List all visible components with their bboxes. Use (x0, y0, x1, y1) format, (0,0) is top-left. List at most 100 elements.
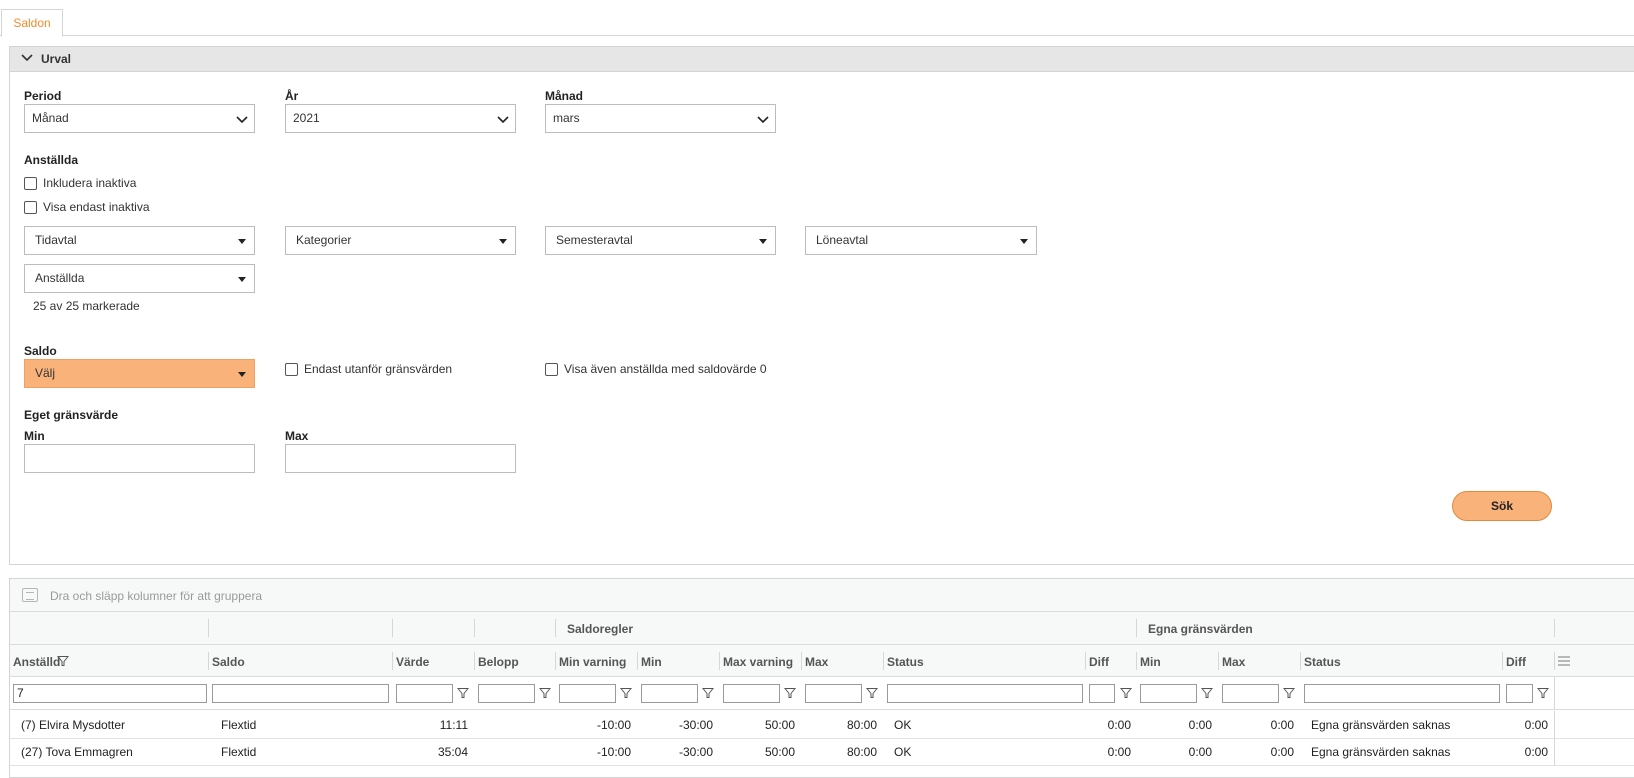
filter-icon[interactable] (1120, 687, 1132, 699)
group-header-row: Saldoregler Egna gränsvärden (10, 612, 1634, 645)
filter-saldo-input[interactable] (212, 684, 389, 703)
group-header-saldoregler: Saldoregler (567, 622, 634, 636)
table-row[interactable]: (27) Tova Emmagren Flextid 35:04 -10:00 … (10, 738, 1634, 766)
column-divider (1554, 619, 1555, 637)
column-divider (1554, 652, 1555, 670)
sok-button[interactable]: Sök (1452, 491, 1552, 521)
col-egna-min[interactable]: Min (1140, 655, 1161, 669)
markerade-count: 25 av 25 markerade (33, 299, 140, 313)
filter-egna-min-input[interactable] (1140, 684, 1197, 703)
filter-icon[interactable] (1201, 687, 1213, 699)
filter-anstalld-input[interactable]: 7 (13, 684, 207, 703)
column-divider (1502, 652, 1503, 670)
cell-max: 80:00 (846, 745, 877, 759)
visa-endast-inaktiva-checkbox[interactable] (24, 201, 37, 214)
filter-min-varning-input[interactable] (559, 684, 616, 703)
semesteravtal-dropdown[interactable]: Semesteravtal (545, 226, 776, 255)
filter-varde-input[interactable] (396, 684, 453, 703)
urval-title: Urval (41, 52, 72, 66)
cell-egna-diff: 0:00 (1524, 745, 1548, 759)
tidavtal-text: Tidavtal (35, 233, 77, 247)
tidavtal-dropdown[interactable]: Tidavtal (24, 226, 255, 255)
cell-status: OK (894, 718, 912, 732)
col-max-varning[interactable]: Max varning (723, 655, 793, 669)
cell-egna-max: 0:00 (1270, 718, 1294, 732)
group-panel[interactable]: Dra och släpp kolumner för att gruppera (10, 579, 1634, 612)
col-diff[interactable]: Diff (1089, 655, 1109, 669)
filter-icon[interactable] (539, 687, 551, 699)
filter-icon[interactable] (702, 687, 714, 699)
column-divider (392, 652, 393, 670)
col-saldo[interactable]: Saldo (212, 655, 245, 669)
endast-utanfor-checkbox[interactable] (285, 363, 298, 376)
chevron-down-icon (757, 116, 769, 124)
cell-min-varning: -10:00 (596, 718, 631, 732)
filter-diff-input[interactable] (1089, 684, 1115, 703)
cell-max: 80:00 (846, 718, 877, 732)
col-min[interactable]: Min (641, 655, 662, 669)
tab-bar: Saldon (0, 0, 1634, 37)
period-select[interactable]: Månad (24, 104, 255, 133)
visa-aven-checkbox[interactable] (545, 363, 558, 376)
ar-select[interactable]: 2021 (285, 104, 516, 133)
inkludera-inaktiva-checkbox[interactable] (24, 177, 37, 190)
group-panel-icon (22, 588, 38, 602)
cell-diff: 0:00 (1107, 745, 1131, 759)
kategorier-dropdown[interactable]: Kategorier (285, 226, 516, 255)
col-status[interactable]: Status (887, 655, 924, 669)
cell-min: -30:00 (678, 718, 713, 732)
filter-icon[interactable] (457, 687, 469, 699)
cell-anstalld: (27) Tova Emmagren (21, 745, 133, 759)
col-varde[interactable]: Värde (396, 655, 429, 669)
filter-icon[interactable] (1537, 687, 1549, 699)
filter-egna-diff-input[interactable] (1506, 684, 1533, 703)
filter-egna-max-input[interactable] (1222, 684, 1279, 703)
column-divider (1085, 652, 1086, 670)
filter-icon[interactable] (57, 655, 69, 667)
urval-header[interactable]: Urval (10, 47, 1634, 72)
anstallda-text: Anställda (35, 271, 85, 285)
cell-saldo: Flextid (221, 718, 257, 732)
column-divider (801, 652, 802, 670)
col-egna-status[interactable]: Status (1304, 655, 1341, 669)
filter-icon[interactable] (784, 687, 796, 699)
manad-select[interactable]: mars (545, 104, 776, 133)
filter-icon[interactable] (1283, 687, 1295, 699)
tab-saldon[interactable]: Saldon (1, 9, 63, 37)
anstallda-label: Anställda (24, 153, 79, 167)
chevron-down-icon (21, 54, 33, 62)
column-divider (392, 619, 393, 637)
column-divider (883, 652, 884, 670)
chevron-down-icon (236, 116, 248, 124)
col-egna-diff[interactable]: Diff (1506, 655, 1526, 669)
column-divider (474, 652, 475, 670)
col-egna-max[interactable]: Max (1222, 655, 1245, 669)
filter-max-varning-input[interactable] (723, 684, 780, 703)
loneavtal-dropdown[interactable]: Löneavtal (805, 226, 1037, 255)
col-min-varning[interactable]: Min varning (559, 655, 626, 669)
max-label: Max (285, 429, 309, 443)
column-menu-icon[interactable] (1558, 656, 1570, 666)
anstallda-dropdown[interactable]: Anställda (24, 264, 255, 293)
filter-min-input[interactable] (641, 684, 698, 703)
period-value: Månad (32, 111, 69, 125)
filter-max-input[interactable] (805, 684, 862, 703)
endast-utanfor-label: Endast utanför gränsvärden (304, 362, 453, 376)
filter-status-input[interactable] (887, 684, 1083, 703)
column-divider (1554, 677, 1555, 710)
filter-icon[interactable] (866, 687, 878, 699)
saldo-dropdown[interactable]: Välj (24, 359, 255, 388)
caret-down-icon (1020, 239, 1028, 244)
filter-icon[interactable] (620, 687, 632, 699)
min-input[interactable] (24, 444, 255, 473)
filter-belopp-input[interactable] (478, 684, 535, 703)
col-anstalld[interactable]: Anställd (13, 655, 60, 669)
col-belopp[interactable]: Belopp (478, 655, 519, 669)
col-max[interactable]: Max (805, 655, 828, 669)
table-row[interactable]: (7) Elvira Mysdotter Flextid 11:11 -10:0… (10, 711, 1634, 739)
column-divider (637, 652, 638, 670)
group-hint: Dra och släpp kolumner för att gruppera (50, 589, 263, 603)
filter-egna-status-input[interactable] (1304, 684, 1500, 703)
cell-saldo: Flextid (221, 745, 257, 759)
max-input[interactable] (285, 444, 516, 473)
